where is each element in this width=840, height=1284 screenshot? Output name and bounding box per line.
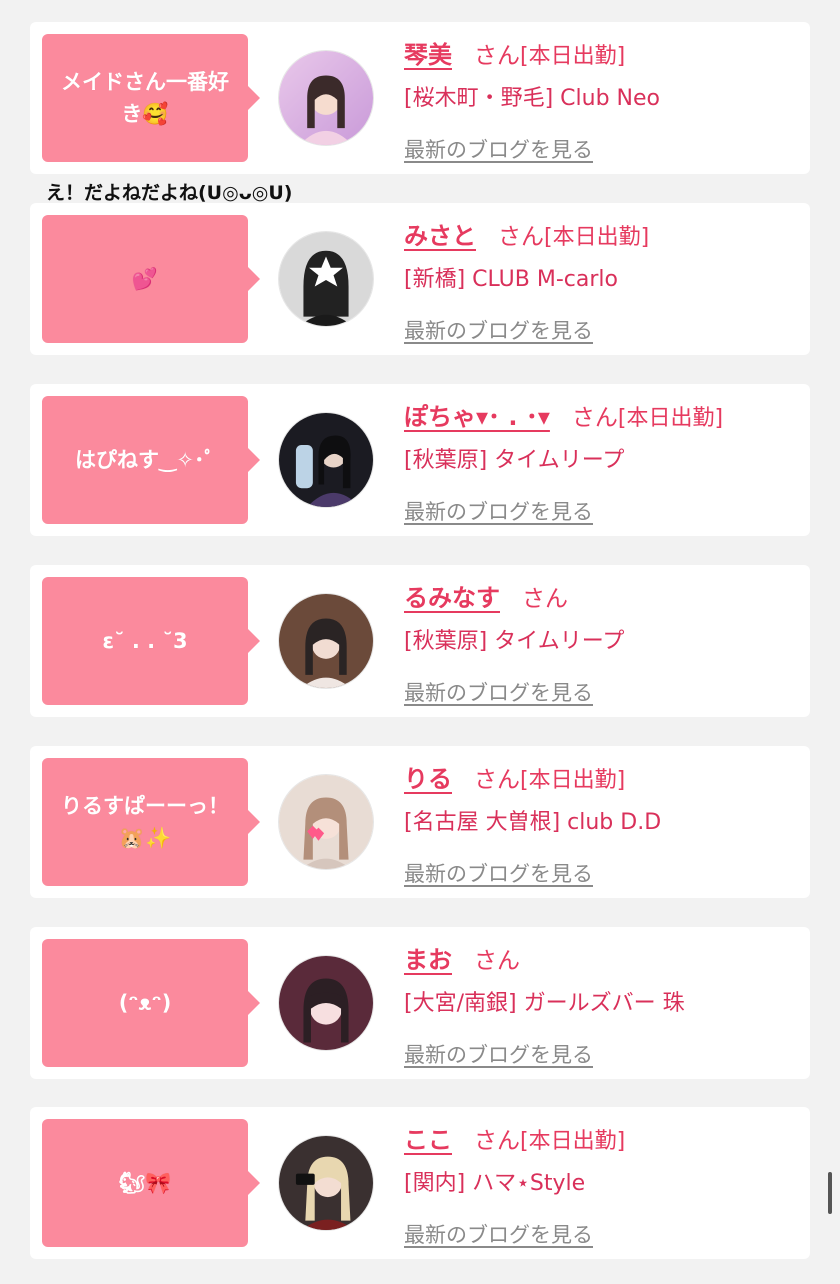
honorific: さん <box>571 405 618 431</box>
girl-name-link[interactable]: るみなす <box>404 578 500 613</box>
avatar[interactable] <box>278 593 374 689</box>
honorific: さん <box>474 767 520 793</box>
message-bubble: 💕 <box>42 215 260 343</box>
honorific: さん <box>474 948 520 974</box>
blog-link[interactable]: 最新のブログを見る <box>404 134 593 164</box>
blog-link[interactable]: 最新のブログを見る <box>404 677 593 707</box>
blog-link[interactable]: 最新のブログを見る <box>404 1039 593 1069</box>
girl-card-mao: (ᵔᴥᵔ) まお さん [大宮/南銀] ガールズバー 珠 最新のブログを見る <box>30 927 810 1079</box>
message-bubble: メイドさん一番好き🥰 <box>42 34 260 162</box>
avatar[interactable] <box>278 1135 374 1231</box>
honorific: さん <box>498 224 544 250</box>
girl-card-huminasu: ε˘ . . ˘3 るみなす さん [秋葉原] タイムリープ 最新のブログを見る <box>30 565 810 717</box>
message-bubble: 🐿🎀 <box>42 1119 260 1247</box>
shift-status: [本日出勤] <box>520 44 626 69</box>
shift-status: [本日出勤] <box>520 768 626 793</box>
message-text: 💕 <box>131 267 159 291</box>
girl-card-koko: 🐿🎀 ここ さん [本日出勤] [関内] ハマ⋆Style 最新のブログを見る <box>30 1107 810 1259</box>
girl-name-link[interactable]: みさと <box>404 216 476 251</box>
message-text: 🐿🎀 <box>118 1171 172 1195</box>
avatar[interactable] <box>278 774 374 870</box>
shop-name: [関内] ハマ⋆Style <box>404 1171 586 1196</box>
girl-name-link[interactable]: ぽちゃ▾･ . ･▾ <box>404 397 550 432</box>
shop-name: [大宮/南銀] ガールズバー 珠 <box>404 991 685 1016</box>
girl-name-link[interactable]: りる <box>404 759 452 794</box>
shift-status: [本日出勤] <box>520 1129 626 1154</box>
shop-name: [名古屋 大曽根] club D.D <box>404 810 662 835</box>
honorific: さん <box>522 586 568 612</box>
blog-link[interactable]: 最新のブログを見る <box>404 1219 593 1249</box>
girl-name-link[interactable]: 琴美 <box>404 35 452 70</box>
info: ここ さん [本日出勤] [関内] ハマ⋆Style 最新のブログを見る <box>404 1119 800 1249</box>
info: 琴美 さん [本日出勤] [桜木町・野毛] Club Neo 最新のブログを見る <box>404 34 800 164</box>
info: りる さん [本日出勤] [名古屋 大曽根] club D.D 最新のブログを見る <box>404 758 800 888</box>
page: メイドさん一番好き🥰 琴美 さん [本日出勤] [桜木町・野毛] Club Neo … <box>0 0 840 1284</box>
blog-link[interactable]: 最新のブログを見る <box>404 315 593 345</box>
info: ぽちゃ▾･ . ･▾ さん [本日出勤] [秋葉原] タイムリープ 最新のブログを見… <box>404 396 800 526</box>
message-text: (ᵔᴥᵔ) <box>118 991 172 1015</box>
blog-link[interactable]: 最新のブログを見る <box>404 858 593 888</box>
message-bubble: はぴねす‿✧･ﾟ <box>42 396 260 524</box>
comment-text: え！だよねだよね(U◎ᴗ◎U) <box>46 182 293 204</box>
blog-link[interactable]: 最新のブログを見る <box>404 496 593 526</box>
shop-name: [新橋] CLUB M-carlo <box>404 267 618 292</box>
message-bubble: ε˘ . . ˘3 <box>42 577 260 705</box>
girl-name-link[interactable]: まお <box>404 940 452 975</box>
message-text: ε˘ . . ˘3 <box>102 629 188 653</box>
avatar[interactable] <box>278 231 374 327</box>
message-bubble: (ᵔᴥᵔ) <box>42 939 260 1067</box>
message-bubble: りるすぱーーっ！🐹✨ <box>42 758 260 886</box>
girl-card-pocha: はぴねす‿✧･ﾟ ぽちゃ▾･ . ･▾ さん [本日出勤] [秋葉原] タイムリープ… <box>30 384 810 536</box>
message-text: メイドさん一番好き🥰 <box>61 70 229 126</box>
avatar[interactable] <box>278 50 374 146</box>
avatar[interactable] <box>278 412 374 508</box>
scrollbar[interactable] <box>828 1172 832 1214</box>
shop-name: [秋葉原] タイムリープ <box>404 629 625 654</box>
girl-name-link[interactable]: ここ <box>404 1120 452 1155</box>
info: まお さん [大宮/南銀] ガールズバー 珠 最新のブログを見る <box>404 939 800 1069</box>
girl-card-riru: りるすぱーーっ！🐹✨ りる さん [本日出勤] [名古屋 大曽根] club D.D… <box>30 746 810 898</box>
message-text: りるすぱーーっ！🐹✨ <box>61 794 229 850</box>
shop-name: [桜木町・野毛] Club Neo <box>404 86 660 111</box>
info: みさと さん [本日出勤] [新橋] CLUB M-carlo 最新のブログを見る <box>404 215 800 345</box>
girl-card-misato: 💕 みさと さん [本日出勤] [新橋] CLUB M-carlo 最新のブログを見… <box>30 203 810 355</box>
avatar[interactable] <box>278 955 374 1051</box>
info: るみなす さん [秋葉原] タイムリープ 最新のブログを見る <box>404 577 800 707</box>
honorific: さん <box>474 43 520 69</box>
shift-status: [本日出勤] <box>617 406 724 431</box>
shop-name: [秋葉原] タイムリープ <box>404 448 625 473</box>
message-text: はぴねす‿✧･ﾟ <box>75 448 215 472</box>
shift-status: [本日出勤] <box>544 225 650 250</box>
honorific: さん <box>474 1128 520 1154</box>
girl-card-kotomi: メイドさん一番好き🥰 琴美 さん [本日出勤] [桜木町・野毛] Club Neo … <box>30 22 810 174</box>
